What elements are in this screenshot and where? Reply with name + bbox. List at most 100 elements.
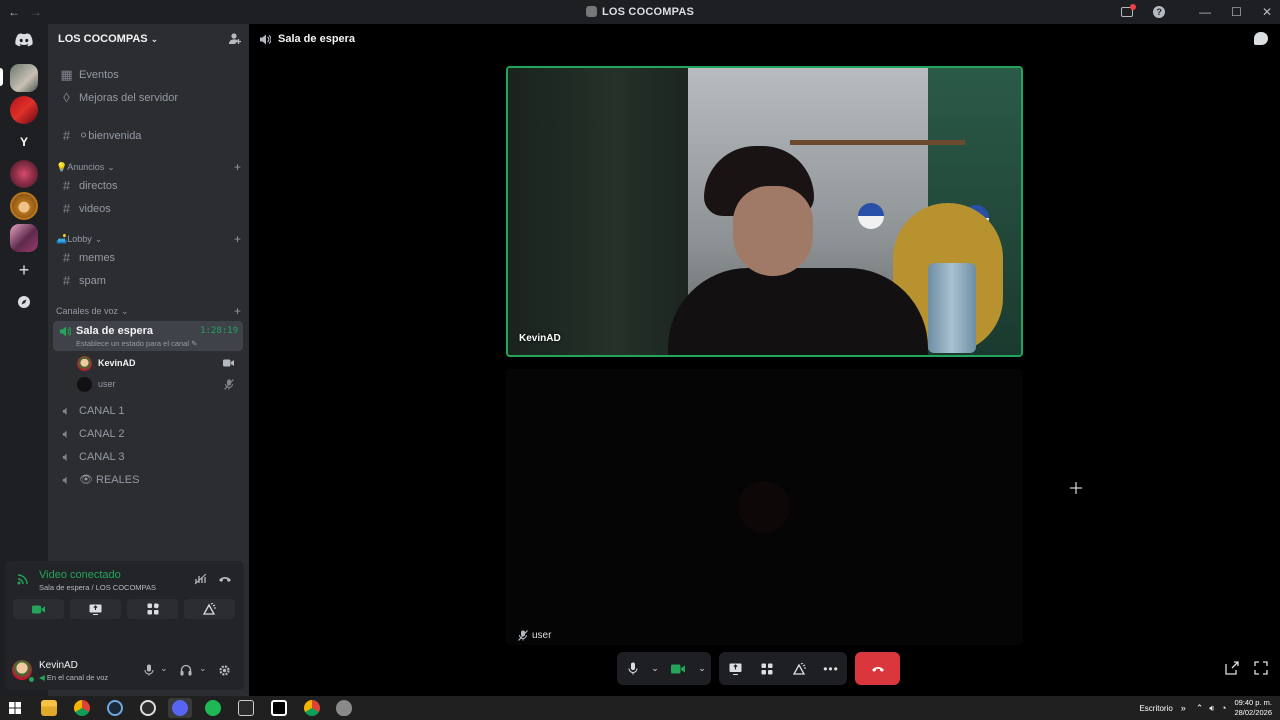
- soundboard-button[interactable]: [184, 599, 235, 619]
- channel-spam[interactable]: # spam: [54, 270, 243, 291]
- video-person-body: [668, 268, 928, 355]
- chevron-down-icon[interactable]: ⌄: [199, 663, 207, 674]
- channel-memes[interactable]: # memes: [54, 247, 243, 268]
- speaker-icon: [60, 326, 71, 337]
- more-options-button[interactable]: •••: [815, 652, 847, 685]
- desktop-toolbar-label[interactable]: Escritorio: [1139, 704, 1172, 713]
- screen-share-button[interactable]: [70, 599, 121, 619]
- video-tile-name: user: [532, 630, 552, 641]
- discord-taskbar-icon[interactable]: [172, 700, 188, 716]
- hash-icon: #: [62, 201, 71, 216]
- server-icon-red[interactable]: [10, 96, 38, 124]
- volume-icon[interactable]: 🔉︎: [1209, 703, 1215, 714]
- channel-label: ⚪bienvenida: [79, 130, 142, 142]
- channel-header: Sala de espera: [249, 24, 1280, 54]
- video-tile-user[interactable]: user: [506, 369, 1023, 645]
- help-icon[interactable]: ?: [1153, 6, 1166, 18]
- file-explorer-icon[interactable]: [41, 700, 57, 716]
- mic-toggle-button[interactable]: [617, 652, 649, 685]
- user-name[interactable]: KevinAD: [39, 660, 78, 671]
- microphone-icon[interactable]: [144, 664, 154, 676]
- windows-start-icon[interactable]: [9, 702, 21, 714]
- close-window-button[interactable]: ✕: [1262, 5, 1272, 19]
- chat-bubble-icon[interactable]: [1254, 32, 1268, 45]
- sidebar-item-mejoras[interactable]: ◊ Mejoras del servidor: [54, 87, 243, 108]
- server-icon-cocompas[interactable]: [10, 64, 38, 92]
- clock-date: 28/02/2026: [1234, 708, 1272, 717]
- camera-toggle-button[interactable]: [661, 652, 695, 685]
- camera-options-button[interactable]: ⌄: [695, 652, 709, 685]
- fullscreen-icon[interactable]: [1254, 661, 1268, 675]
- server-icon-anime[interactable]: [10, 224, 38, 252]
- voice-channel-canal-3[interactable]: 🔈︎ CANAL 3: [54, 446, 243, 467]
- voice-user-user[interactable]: user: [77, 375, 239, 393]
- add-channel-icon[interactable]: +: [234, 160, 241, 174]
- mic-muted-icon: [518, 630, 528, 641]
- channel-directos[interactable]: # directos: [54, 175, 243, 196]
- disconnect-icon[interactable]: [218, 575, 232, 583]
- voice-channel-sala-de-espera[interactable]: Sala de espera Establece un estado para …: [53, 321, 243, 351]
- category-voice[interactable]: Canales de voz ⌄ +: [56, 304, 241, 318]
- add-channel-icon[interactable]: +: [234, 232, 241, 246]
- category-label: 💡Anuncios: [56, 161, 105, 172]
- mic-options-button[interactable]: ⌄: [649, 652, 661, 685]
- chrome-profile-icon[interactable]: [304, 700, 320, 716]
- app-icon[interactable]: [140, 700, 156, 716]
- server-icon-pink[interactable]: [10, 160, 38, 188]
- voice-connected-title[interactable]: Video conectado: [39, 569, 121, 581]
- invite-user-icon[interactable]: [228, 32, 241, 45]
- taskbar-clock[interactable]: 09:40 p. m. 28/02/2026: [1234, 698, 1272, 718]
- sidebar-item-eventos[interactable]: ▦ Eventos: [54, 64, 243, 85]
- channel-title: Sala de espera: [278, 33, 356, 45]
- steam-icon[interactable]: [107, 700, 123, 716]
- voice-connected-subtitle[interactable]: Sala de espera / LOS COCOMPAS: [39, 583, 156, 592]
- wifi-icon[interactable]: ◔: [1221, 703, 1226, 713]
- soundboard-button[interactable]: [783, 652, 815, 685]
- chevron-down-icon[interactable]: ⌄: [160, 663, 168, 674]
- add-channel-icon[interactable]: +: [234, 304, 241, 318]
- inbox-icon[interactable]: [1121, 4, 1137, 17]
- soundboard-icon: [792, 662, 806, 675]
- screen-share-button[interactable]: [719, 652, 751, 685]
- nav-arrows: ← →: [8, 5, 42, 19]
- epic-games-icon[interactable]: [238, 700, 254, 716]
- video-tile-kevinad[interactable]: KevinAD: [506, 66, 1023, 357]
- forward-arrow-icon[interactable]: →: [30, 5, 42, 19]
- discord-home-icon[interactable]: [10, 26, 38, 54]
- chevron-up-icon[interactable]: ⌃: [1196, 703, 1204, 714]
- voice-channel-status[interactable]: Establece un estado para el canal ✎: [76, 339, 197, 348]
- server-icon-y[interactable]: Y: [10, 128, 38, 156]
- headphones-icon[interactable]: [180, 664, 192, 676]
- server-header[interactable]: LOS COCOMPAS ⌄: [48, 24, 249, 54]
- overflow-chevron-icon[interactable]: »: [1181, 703, 1186, 713]
- chrome-icon[interactable]: [74, 700, 90, 716]
- leave-call-button[interactable]: [855, 652, 900, 685]
- server-icon-cowboy[interactable]: [10, 192, 38, 220]
- activities-button[interactable]: [751, 652, 783, 685]
- voice-channel-canal-2[interactable]: 🔈︎ CANAL 2: [54, 423, 243, 444]
- popout-icon[interactable]: [1225, 661, 1239, 675]
- gear-icon[interactable]: [218, 664, 231, 677]
- minimize-button[interactable]: —: [1199, 5, 1211, 19]
- camera-button[interactable]: [13, 599, 64, 619]
- spotify-icon[interactable]: [205, 700, 221, 716]
- category-anuncios[interactable]: 💡Anuncios ⌄ +: [56, 160, 241, 174]
- capcut-icon[interactable]: [271, 700, 287, 716]
- maximize-button[interactable]: ☐: [1231, 5, 1242, 19]
- add-server-icon[interactable]: +: [10, 256, 38, 284]
- noise-suppression-icon[interactable]: [194, 573, 207, 585]
- voice-channel-canal-1[interactable]: 🔈︎ CANAL 1: [54, 400, 243, 421]
- channel-videos[interactable]: # videos: [54, 198, 243, 219]
- voice-user-kevinad[interactable]: KevinAD: [77, 354, 239, 372]
- discover-icon[interactable]: [10, 288, 38, 316]
- voice-channel-reales[interactable]: 🔈︎ 👁 REALES: [54, 469, 243, 490]
- activities-button[interactable]: [127, 599, 178, 619]
- screen-share-icon: [89, 604, 102, 615]
- shield-icon[interactable]: [336, 700, 352, 716]
- speaker-icon: [260, 34, 271, 44]
- back-arrow-icon[interactable]: ←: [8, 5, 20, 19]
- category-lobby[interactable]: 🛋️Lobby ⌄ +: [56, 232, 241, 246]
- channel-bienvenida[interactable]: # ⚪bienvenida: [54, 125, 243, 146]
- video-tile-label: user: [518, 630, 551, 641]
- voice-channel-name: Sala de espera: [76, 325, 154, 337]
